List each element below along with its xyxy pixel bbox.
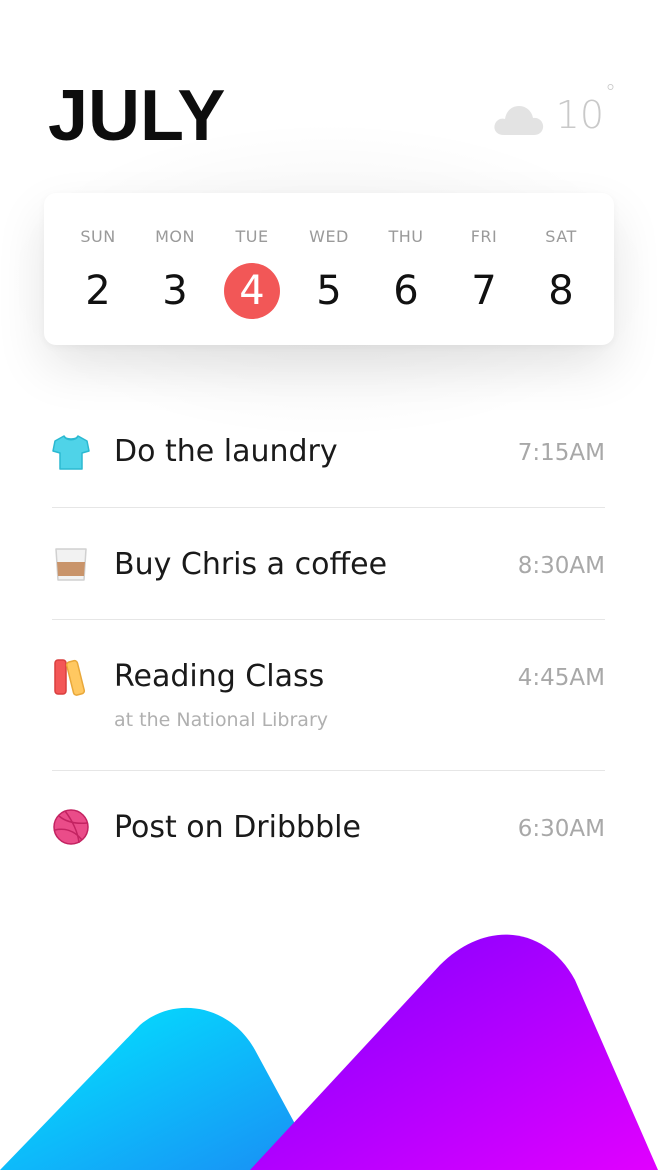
day-mon[interactable]: MON 3 bbox=[145, 193, 205, 345]
degree-symbol: ° bbox=[605, 81, 616, 106]
week-strip: SUN 2 MON 3 TUE 4 WED 5 THU 6 FRI 7 SAT … bbox=[44, 193, 614, 345]
task-title: Do the laundry bbox=[114, 434, 338, 469]
divider bbox=[52, 770, 605, 771]
task-item-coffee[interactable]: Buy Chris a coffee 8:30AM bbox=[52, 543, 605, 603]
task-subtitle: at the National Library bbox=[114, 709, 329, 731]
day-sat[interactable]: SAT 8 bbox=[531, 193, 591, 345]
day-tue[interactable]: TUE 4 bbox=[222, 193, 282, 345]
day-number-selected: 4 bbox=[224, 263, 280, 319]
day-name: MON bbox=[155, 227, 195, 246]
task-item-reading-class[interactable]: Reading Class at the National Library 4:… bbox=[52, 655, 605, 745]
divider bbox=[52, 619, 605, 620]
task-time: 4:45AM bbox=[517, 665, 605, 691]
day-fri[interactable]: FRI 7 bbox=[454, 193, 514, 345]
task-time: 6:30AM bbox=[517, 816, 605, 842]
task-title: Buy Chris a coffee bbox=[114, 547, 388, 582]
day-name: SAT bbox=[545, 227, 577, 246]
dribbble-ball-icon bbox=[53, 809, 89, 845]
mountain-right bbox=[250, 934, 658, 1170]
day-number: 7 bbox=[471, 268, 497, 314]
tshirt-icon bbox=[52, 435, 90, 470]
day-name: TUE bbox=[235, 227, 269, 246]
task-time: 7:15AM bbox=[517, 440, 605, 466]
coffee-cup-icon bbox=[55, 548, 87, 581]
day-wed[interactable]: WED 5 bbox=[299, 193, 359, 345]
decorative-mountains bbox=[0, 934, 658, 1170]
day-number: 3 bbox=[162, 268, 188, 314]
day-name: SUN bbox=[80, 227, 116, 246]
day-name: FRI bbox=[470, 227, 498, 246]
task-title: Reading Class bbox=[114, 659, 325, 694]
task-time: 8:30AM bbox=[517, 553, 605, 579]
task-title: Post on Dribbble bbox=[114, 810, 361, 845]
day-name: THU bbox=[388, 227, 424, 246]
day-sun[interactable]: SUN 2 bbox=[68, 193, 128, 345]
month-title: JULY bbox=[48, 76, 226, 156]
temperature: 10 ° bbox=[555, 81, 616, 137]
cloud-icon bbox=[494, 106, 543, 135]
day-thu[interactable]: THU 6 bbox=[376, 193, 436, 345]
day-number: 2 bbox=[85, 268, 111, 314]
task-item-laundry[interactable]: Do the laundry 7:15AM bbox=[52, 430, 605, 490]
task-item-dribbble[interactable]: Post on Dribbble 6:30AM bbox=[52, 806, 605, 866]
books-icon bbox=[54, 659, 86, 696]
divider bbox=[52, 507, 605, 508]
weather-widget[interactable]: 10 ° bbox=[492, 81, 616, 138]
day-number: 6 bbox=[393, 268, 419, 314]
day-number: 5 bbox=[316, 268, 342, 314]
mountain-left bbox=[0, 1007, 320, 1170]
day-name: WED bbox=[309, 227, 349, 246]
day-number: 8 bbox=[548, 268, 574, 314]
